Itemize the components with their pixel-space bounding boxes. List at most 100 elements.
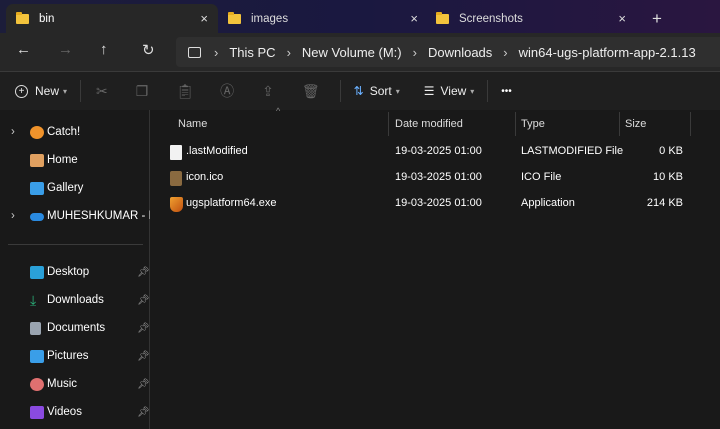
sidebar-label: Catch!	[47, 126, 81, 138]
close-tab-button[interactable]: ×	[200, 11, 208, 26]
plus-circle-icon: +	[15, 84, 28, 98]
sidebar-label: Desktop	[47, 266, 90, 278]
column-header-name[interactable]: Name	[178, 112, 207, 136]
sidebar-label: Documents	[47, 322, 106, 334]
paste-icon[interactable]: 📋︎	[176, 83, 194, 100]
tab-label: Screenshots	[459, 12, 523, 25]
tab-images[interactable]: images ×	[218, 4, 428, 33]
sidebar-item-pictures[interactable]: Pictures 📌︎	[0, 345, 150, 367]
view-button[interactable]: ☰ View ▾	[424, 84, 475, 98]
breadcrumb-separator: ›	[503, 44, 508, 60]
file-icon	[170, 145, 182, 160]
new-tab-button[interactable]: +	[642, 4, 672, 33]
file-name: ugsplatform64.exe	[186, 197, 277, 209]
chevron-right-icon[interactable]: ›	[11, 210, 15, 222]
home-icon	[30, 153, 44, 167]
divider	[339, 80, 341, 102]
sidebar-item-catch[interactable]: › Catch!	[0, 121, 150, 143]
navigation-pane: › Catch! Home Gallery › MUHESHKUMAR - Pers…	[0, 110, 150, 429]
sidebar-item-onedrive[interactable]: › MUHESHKUMAR - Personal	[0, 205, 150, 227]
sort-label: Sort	[369, 84, 392, 98]
file-date: 19-03-2025 01:00	[395, 171, 482, 183]
sidebar-item-desktop[interactable]: Desktop 📌︎	[0, 261, 150, 283]
cloud-icon	[30, 213, 44, 221]
refresh-button[interactable]: ↻	[142, 41, 155, 59]
videos-icon	[30, 405, 44, 419]
folder-icon	[16, 11, 29, 24]
new-button[interactable]: + New ▾	[15, 84, 67, 98]
copy-icon[interactable]: ❐	[136, 83, 149, 100]
divider	[8, 244, 143, 245]
pin-icon[interactable]: 📌︎	[137, 267, 150, 278]
divider	[80, 80, 82, 102]
file-list: ^ Name Date modified Type Size .lastModi…	[151, 106, 720, 429]
pin-icon[interactable]: 📌︎	[137, 351, 150, 362]
breadcrumb-this-pc[interactable]: This PC	[229, 45, 275, 60]
new-label: New	[35, 84, 60, 98]
share-icon[interactable]: ⇪	[262, 83, 274, 100]
pin-icon[interactable]: 📌︎	[137, 295, 150, 306]
breadcrumb-volume[interactable]: New Volume (M:)	[302, 45, 402, 60]
column-header-type[interactable]: Type	[521, 112, 545, 136]
file-size: 0 KB	[659, 145, 683, 157]
divider	[487, 80, 489, 102]
tab-bin[interactable]: bin ×	[6, 4, 218, 33]
file-type: LASTMODIFIED File	[521, 145, 624, 157]
file-row[interactable]: ugsplatform64.exe 19-03-2025 01:00 Appli…	[151, 192, 720, 216]
file-type: ICO File	[521, 171, 562, 183]
sidebar-item-gallery[interactable]: Gallery	[0, 177, 150, 199]
breadcrumb-current[interactable]: win64-ugs-platform-app-2.1.13	[519, 45, 696, 60]
column-divider[interactable]	[690, 112, 691, 136]
file-size: 214 KB	[646, 197, 683, 209]
documents-icon	[30, 321, 41, 335]
file-name: icon.ico	[186, 171, 224, 183]
computer-icon	[188, 46, 201, 58]
file-date: 19-03-2025 01:00	[395, 197, 482, 209]
sidebar-label: Music	[47, 378, 78, 390]
breadcrumb-separator: ›	[412, 44, 417, 60]
view-label: View	[440, 84, 467, 98]
sidebar-item-videos[interactable]: Videos 📌︎	[0, 401, 150, 423]
delete-icon[interactable]: 🗑︎	[302, 83, 320, 100]
sidebar-label: Gallery	[47, 182, 84, 194]
file-row[interactable]: icon.ico 19-03-2025 01:00 ICO File 10 KB	[151, 166, 720, 190]
download-icon: ⤓	[30, 291, 37, 308]
chevron-right-icon[interactable]: ›	[11, 126, 15, 138]
sidebar-item-music[interactable]: Music 📌︎	[0, 373, 150, 395]
column-header-size[interactable]: Size	[625, 112, 646, 136]
column-header-date[interactable]: Date modified	[395, 112, 463, 136]
pin-icon[interactable]: 📌︎	[137, 407, 150, 418]
up-button[interactable]: ↑	[100, 41, 108, 58]
pin-icon[interactable]: 📌︎	[137, 323, 150, 334]
column-divider[interactable]	[619, 112, 620, 136]
file-name: .lastModified	[186, 145, 248, 157]
app-icon	[170, 197, 183, 212]
column-divider[interactable]	[388, 112, 389, 136]
address-bar[interactable]: › This PC › New Volume (M:) › Downloads …	[176, 37, 720, 67]
file-date: 19-03-2025 01:00	[395, 145, 482, 157]
forward-button[interactable]: →	[58, 41, 73, 58]
back-button[interactable]: ←	[16, 41, 31, 58]
tab-screenshots[interactable]: Screenshots ×	[426, 4, 636, 33]
file-type: Application	[521, 197, 575, 209]
close-tab-button[interactable]: ×	[618, 11, 626, 26]
sidebar-label: MUHESHKUMAR - Personal	[47, 210, 150, 222]
rename-icon[interactable]: Ⓐ	[220, 81, 234, 101]
sort-ascending-icon: ^	[276, 106, 281, 116]
ico-icon	[170, 171, 182, 186]
sort-button[interactable]: ⇅ Sort ▾	[354, 84, 400, 98]
column-divider[interactable]	[515, 112, 516, 136]
tab-label: images	[251, 12, 289, 25]
sidebar-item-home[interactable]: Home	[0, 149, 150, 171]
breadcrumb-downloads[interactable]: Downloads	[428, 45, 492, 60]
sidebar-item-documents[interactable]: Documents 📌︎	[0, 317, 150, 339]
cut-icon[interactable]: ✂	[96, 83, 108, 100]
sidebar-label: Home	[47, 154, 78, 166]
more-options-button[interactable]: •••	[501, 86, 512, 97]
file-row[interactable]: .lastModified 19-03-2025 01:00 LASTMODIF…	[151, 140, 720, 164]
sidebar-label: Downloads	[47, 294, 104, 306]
sidebar-item-downloads[interactable]: ⤓ Downloads 📌︎	[0, 289, 150, 311]
pin-icon[interactable]: 📌︎	[137, 379, 150, 390]
close-tab-button[interactable]: ×	[410, 11, 418, 26]
breadcrumb-separator: ›	[214, 44, 219, 60]
